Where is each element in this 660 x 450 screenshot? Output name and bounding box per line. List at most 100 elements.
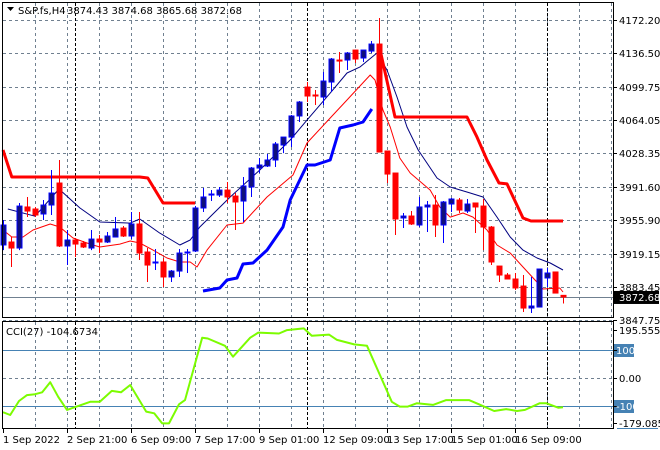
price-tick-label: 4064.05 <box>619 116 660 127</box>
candle-body <box>176 252 183 272</box>
candle-bullish <box>176 249 183 277</box>
candle-body <box>256 164 263 169</box>
candle-body <box>464 203 471 212</box>
series-trail-red-2 <box>377 44 563 223</box>
candle-body <box>96 238 103 243</box>
candle-body <box>352 49 359 60</box>
candle-bearish <box>392 172 399 235</box>
candle-bullish <box>256 158 263 174</box>
triangle-down-icon[interactable] <box>7 7 14 11</box>
candle-bullish <box>280 136 287 154</box>
cci-line <box>2 327 564 425</box>
candle-body <box>440 201 447 226</box>
candle-body <box>288 115 295 138</box>
candle-bullish <box>544 268 551 288</box>
candle-bearish <box>384 150 391 184</box>
candle-bearish <box>304 82 311 103</box>
time-tick-label: 6 Sep 09:00 <box>131 435 191 446</box>
cci-tick-label: -100 <box>616 402 639 413</box>
price-tick-label: 3991.60 <box>619 183 660 194</box>
candle-bearish <box>376 18 383 153</box>
candle-bearish <box>96 234 103 254</box>
candle-body <box>496 265 503 276</box>
candle-bearish <box>560 294 567 304</box>
series-trail-blue <box>202 108 374 293</box>
candle-body <box>32 208 39 216</box>
cci-tick-label: 0.00 <box>619 374 641 385</box>
candle-bearish <box>456 198 463 213</box>
candle-body <box>312 94 319 97</box>
candle-body <box>216 189 223 196</box>
candle-body <box>200 196 207 209</box>
candle-body <box>104 235 111 243</box>
candle-body <box>168 270 175 278</box>
candle-body <box>248 167 255 188</box>
candle-body <box>536 268 543 308</box>
candle-bearish <box>144 248 151 283</box>
trading-chart[interactable]: 4172.20 4136.50 4099.75 4064.05 4028.35 3991.… <box>0 0 660 450</box>
candle-body <box>64 239 71 247</box>
price-tick-label: 4099.75 <box>619 83 660 94</box>
candle-body <box>408 215 415 225</box>
candle-bullish <box>536 268 543 308</box>
candle-bearish <box>480 199 487 251</box>
candle-bullish <box>464 199 471 213</box>
candle-body <box>272 143 279 161</box>
candle-body <box>512 278 519 289</box>
candle-body <box>16 205 23 249</box>
candle-body <box>544 272 551 279</box>
candle-body <box>80 242 87 248</box>
price-tick-label: 4172.20 <box>619 16 660 27</box>
ohlc-label: 3874.43 3874.68 3865.68 3872.68 <box>67 6 242 17</box>
candle-bullish <box>248 167 255 197</box>
candle-body <box>448 198 455 205</box>
candle-bullish <box>448 198 455 213</box>
candle-body <box>560 294 567 298</box>
candle-body <box>24 206 31 212</box>
candle-body <box>144 251 151 266</box>
candle-body <box>88 238 95 249</box>
last-price-label: 3872.68 <box>619 293 660 304</box>
candle-body <box>8 241 15 249</box>
candle-bearish <box>120 226 127 238</box>
candle-bullish <box>288 115 295 148</box>
candle-bullish <box>208 190 215 202</box>
candle-bullish <box>368 40 375 54</box>
candle-bearish <box>56 159 63 248</box>
candle-bearish <box>520 275 527 313</box>
candle-bullish <box>272 142 279 168</box>
candle-body <box>472 202 479 208</box>
series-ma-fast <box>2 74 564 293</box>
candle-bullish <box>184 249 191 273</box>
candle-bearish <box>432 195 439 238</box>
candles <box>0 18 567 314</box>
candle-body <box>392 172 399 220</box>
time-tick-label: 16 Sep 09:00 <box>515 435 582 446</box>
candle-body <box>320 80 327 98</box>
cci-label: CCI(27) -104.6734 <box>6 327 98 338</box>
candle-bearish <box>352 49 359 63</box>
candle-body <box>72 239 79 245</box>
candle-bearish <box>224 182 231 203</box>
candle-body <box>160 261 167 278</box>
candle-bullish <box>264 153 271 168</box>
candle-bearish <box>136 212 143 261</box>
candle-body <box>384 150 391 175</box>
candle-bullish <box>424 201 431 233</box>
candle-bullish <box>320 72 327 105</box>
candle-body <box>152 261 159 264</box>
candle-bearish <box>496 265 503 283</box>
candle-body <box>56 182 63 247</box>
candle-bearish <box>312 89 319 105</box>
candle-bullish <box>192 206 199 253</box>
candle-body <box>208 193 215 196</box>
candle-body <box>40 204 47 215</box>
candle-bullish <box>360 49 367 62</box>
price-tick-label: 4028.35 <box>619 149 660 160</box>
candle-bearish <box>336 51 343 73</box>
time-tick-label: 12 Sep 09:00 <box>323 435 390 446</box>
candle-body <box>264 159 271 167</box>
time-tick-label: 13 Sep 17:00 <box>387 435 454 446</box>
price-tick-label: 3919.15 <box>619 250 660 261</box>
candle-bullish <box>16 202 23 251</box>
